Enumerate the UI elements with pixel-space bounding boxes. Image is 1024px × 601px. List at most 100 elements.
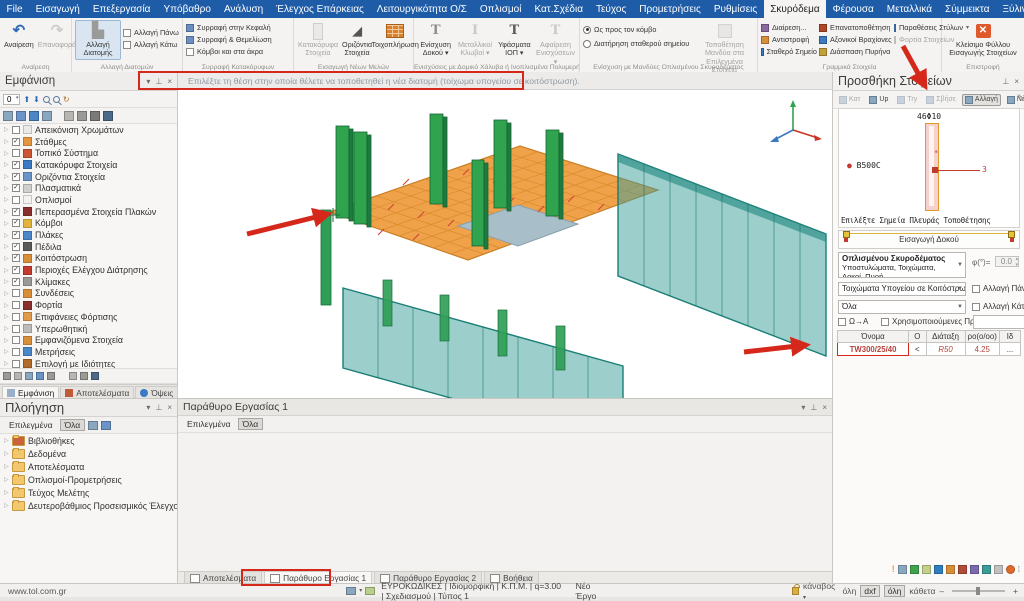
refresh-icon[interactable] bbox=[36, 372, 44, 380]
expander-icon[interactable]: ▷ bbox=[4, 313, 9, 320]
printer-icon[interactable] bbox=[994, 565, 1003, 574]
core-split-button[interactable]: Διάσπαση Πυρήνα bbox=[819, 47, 892, 56]
invert-button[interactable]: Αντιστροφή bbox=[761, 35, 817, 44]
expander-icon[interactable]: ▷ bbox=[4, 196, 9, 203]
change-top-checkbox[interactable]: Αλλαγή Πάνω bbox=[123, 28, 179, 37]
select-all-icon[interactable] bbox=[3, 372, 11, 380]
tool-button[interactable]: Αλλαγή bbox=[962, 94, 1001, 106]
collapse-all-icon[interactable] bbox=[80, 372, 88, 380]
tree-item[interactable]: ▷ Τοπικό Σύστημα bbox=[0, 147, 177, 159]
zoom-extents-icon[interactable] bbox=[53, 96, 60, 103]
checkbox-icon[interactable] bbox=[12, 301, 20, 309]
checkbox-icon[interactable] bbox=[12, 313, 20, 321]
filter-tab[interactable]: Επιλεγμένα bbox=[4, 419, 58, 431]
whole-view-label[interactable]: όλη bbox=[843, 586, 857, 596]
pie-chart-icon[interactable] bbox=[958, 565, 967, 574]
checkbox-icon[interactable] bbox=[12, 266, 20, 274]
checkbox-icon[interactable] bbox=[12, 325, 20, 333]
expander-icon[interactable]: ▷ bbox=[4, 290, 9, 297]
tree-item[interactable]: ▷ Επιφάνειες Φόρτισης bbox=[0, 311, 177, 323]
tree-item[interactable]: ▷ Στάθμες bbox=[0, 136, 177, 148]
dropdown-icon[interactable]: ▾ bbox=[146, 77, 150, 86]
filter-tab[interactable]: Όλα bbox=[238, 418, 264, 430]
nav-item[interactable]: ▷ Δευτεροβάθμιος Προσεισμικός Έλεγχος bbox=[0, 499, 177, 512]
lock-icon[interactable] bbox=[792, 587, 799, 595]
expander-icon[interactable]: ▷ bbox=[4, 138, 9, 145]
menu-item[interactable]: Φέρουσα bbox=[826, 0, 880, 18]
dropdown-icon[interactable]: ▾ bbox=[801, 403, 805, 412]
whole-toggle[interactable]: όλη bbox=[884, 585, 906, 597]
expander-icon[interactable]: ▷ bbox=[4, 161, 9, 168]
checkbox-icon[interactable] bbox=[12, 219, 20, 227]
close-icon[interactable]: × bbox=[1014, 77, 1019, 86]
expander-icon[interactable]: ▷ bbox=[4, 150, 9, 157]
section-o-cell[interactable]: < bbox=[909, 343, 926, 356]
stitch-head-button[interactable]: Συρραφή στην Κεφαλή bbox=[186, 23, 272, 32]
menu-item[interactable]: File bbox=[0, 0, 29, 18]
pin-icon[interactable]: ⊥ bbox=[155, 403, 162, 412]
checkbox-icon[interactable] bbox=[12, 360, 20, 368]
column-header[interactable]: Ιδ bbox=[999, 331, 1020, 343]
level-down-icon[interactable]: ⬇ bbox=[33, 95, 40, 104]
section-ratio-cell[interactable]: 4.25 bbox=[965, 343, 999, 356]
checkbox-icon[interactable] bbox=[12, 254, 20, 262]
expander-icon[interactable]: ▷ bbox=[4, 243, 9, 250]
zoom-out-button[interactable]: – bbox=[939, 586, 944, 596]
filter-icon[interactable] bbox=[25, 372, 33, 380]
menu-item[interactable]: Ανάλυση bbox=[217, 0, 269, 18]
pin-icon[interactable]: ⊥ bbox=[810, 403, 817, 412]
menu-item[interactable]: Έλεγχος Επάρκειας bbox=[270, 0, 371, 18]
section-id-cell[interactable]: ... bbox=[999, 343, 1020, 356]
expander-icon[interactable]: ▷ bbox=[4, 220, 9, 227]
reposition-button[interactable]: Επανατοποθέτηση bbox=[819, 23, 892, 32]
tree-item[interactable]: ▷ Κατακόρυφα Στοιχεία bbox=[0, 159, 177, 171]
checkbox-icon[interactable] bbox=[12, 126, 20, 134]
column-header[interactable]: ρο(ο/οο) bbox=[965, 331, 999, 343]
nav-item[interactable]: ▷ Αποτελέσματα bbox=[0, 460, 177, 473]
stitch-foundation-button[interactable]: Συρραφή & Θεμελίωση bbox=[186, 35, 272, 44]
checkbox-icon[interactable] bbox=[12, 289, 20, 297]
expander-icon[interactable]: ▷ bbox=[4, 502, 9, 509]
chart-icon[interactable] bbox=[910, 565, 919, 574]
scope-combo[interactable]: Όλα ▼ bbox=[838, 300, 966, 314]
close-icon[interactable]: × bbox=[822, 403, 827, 412]
expander-icon[interactable]: ▷ bbox=[4, 208, 9, 215]
eye-icon[interactable] bbox=[77, 111, 87, 121]
layers-toggle-icon[interactable] bbox=[365, 587, 375, 595]
tree-item[interactable]: ▷ Κλίμακες bbox=[0, 276, 177, 288]
tree-item[interactable]: ▷ Υπερωθητική bbox=[0, 323, 177, 335]
expander-icon[interactable]: ▷ bbox=[4, 463, 9, 470]
checkbox-icon[interactable] bbox=[12, 278, 20, 286]
tree-item[interactable]: ▷ Πέδιλα bbox=[0, 241, 177, 253]
menu-item[interactable]: Προμετρήσεις bbox=[633, 0, 708, 18]
level-select[interactable]: 0▾ bbox=[3, 94, 20, 105]
frp-fabrics-button[interactable]: TΥφάσματα ΙΟΠ ▾ bbox=[496, 20, 533, 60]
checkbox-icon[interactable] bbox=[12, 161, 20, 169]
level-up-icon[interactable]: ⬆ bbox=[23, 95, 30, 104]
checkbox-icon[interactable] bbox=[12, 231, 20, 239]
nav-item[interactable]: ▷ Τεύχος Μελέτης bbox=[0, 486, 177, 499]
tree-item[interactable]: ▷ Πλασματικά bbox=[0, 182, 177, 194]
metal-cages-button[interactable]: IΜεταλλικοί Κλωβοί ▾ bbox=[456, 20, 493, 60]
checkbox-icon[interactable] bbox=[12, 173, 20, 181]
expander-icon[interactable]: ▷ bbox=[4, 278, 9, 285]
menu-item[interactable]: Επεξεργασία bbox=[86, 0, 157, 18]
nodes-at-ends-checkbox[interactable]: Κόμβοι και στα άκρα bbox=[186, 47, 272, 56]
tree-item[interactable]: ▷ Οπλισμοί bbox=[0, 194, 177, 206]
order-checkbox[interactable]: Ω→Α bbox=[838, 317, 868, 326]
checkbox-icon[interactable] bbox=[12, 243, 20, 251]
warning-icon[interactable]: ! bbox=[892, 564, 895, 574]
image-icon[interactable] bbox=[934, 565, 943, 574]
expander-icon[interactable]: ▷ bbox=[4, 337, 9, 344]
menu-item[interactable]: Τεύχος bbox=[589, 0, 632, 18]
expander-icon[interactable]: ▷ bbox=[4, 255, 9, 262]
undo-button[interactable]: ↶Αναίρεση bbox=[3, 20, 35, 51]
menu-item[interactable]: Σύμμεικτα bbox=[939, 0, 996, 18]
expander-icon[interactable]: ▷ bbox=[4, 302, 9, 309]
about-node-radio[interactable]: Ως προς τον κόμβο bbox=[583, 25, 693, 34]
section-layout-cell[interactable]: R50 bbox=[926, 343, 965, 356]
window-cascade-icon[interactable] bbox=[101, 421, 111, 430]
expander-icon[interactable]: ▷ bbox=[4, 185, 9, 192]
filter-tab[interactable]: Επιλεγμένα bbox=[182, 418, 236, 430]
filter-tab[interactable]: Όλα bbox=[60, 419, 86, 431]
